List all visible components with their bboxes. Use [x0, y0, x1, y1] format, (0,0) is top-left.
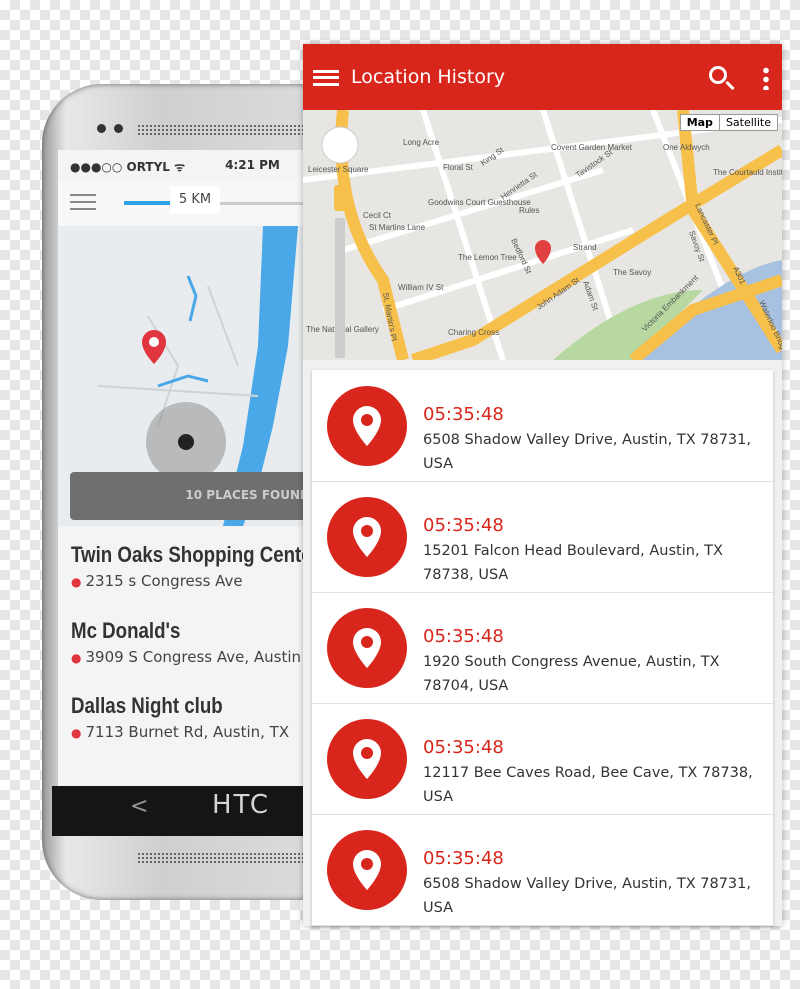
history-item[interactable]: 05:35:48 6508 Shadow Valley Drive, Austi… — [312, 370, 773, 482]
history-item[interactable]: 05:35:48 1920 South Congress Avenue, Aus… — [312, 592, 773, 704]
history-list: 05:35:48 6508 Shadow Valley Drive, Austi… — [312, 370, 773, 926]
location-pin-icon — [327, 497, 407, 577]
map-label: The Lemon Tree — [458, 253, 517, 262]
history-time: 05:35:48 — [423, 404, 504, 425]
place-name: Twin Oaks Shopping Center — [71, 542, 308, 567]
location-pin-icon — [327, 386, 407, 466]
map-type-toggle[interactable]: Map Satellite — [679, 114, 778, 131]
slider-fill — [124, 201, 176, 205]
pin-icon: ● — [71, 575, 82, 589]
map-label: William IV St — [398, 283, 444, 292]
radius-label: 5 KM — [170, 186, 220, 214]
map-label: Cecil Ct — [363, 211, 392, 220]
place-name: Mc Donald's — [71, 618, 181, 643]
location-history-screen: Location History Long Acre Floral St Cov… — [303, 44, 782, 926]
history-item[interactable]: 05:35:48 15201 Falcon Head Boulevard, Au… — [312, 481, 773, 593]
clock: 4:21 PM — [225, 158, 280, 172]
location-pin-icon — [327, 719, 407, 799]
history-address: 15201 Falcon Head Boulevard, Austin, TX … — [423, 543, 723, 583]
history-time: 05:35:48 — [423, 626, 504, 647]
map-label: The Savoy — [613, 268, 651, 277]
map-label: Covent Garden Market — [551, 143, 633, 152]
map-label: One Aldwych — [663, 143, 710, 152]
places-found-banner: 10 PLACES FOUND — [70, 472, 308, 520]
menu-icon[interactable] — [70, 194, 96, 210]
location-pin-icon — [327, 608, 407, 688]
history-time: 05:35:48 — [423, 515, 504, 536]
sensor — [97, 124, 106, 133]
more-vert-icon[interactable] — [763, 66, 769, 90]
map-label: St Martins Lane — [369, 223, 426, 232]
map-label: Leicester Square — [308, 165, 369, 174]
map-view[interactable]: Long Acre Floral St Covent Garden Market… — [303, 110, 782, 360]
history-address: 1920 South Congress Avenue, Austin, TX 7… — [423, 654, 720, 694]
history-time: 05:35:48 — [423, 848, 504, 869]
place-item[interactable]: Twin Oaks Shopping Center ● 2315 s Congres… — [58, 542, 308, 590]
satellite-button[interactable]: Satellite — [720, 115, 777, 130]
map-graphic: Long Acre Floral St Covent Garden Market… — [303, 110, 782, 360]
history-item[interactable]: 05:35:48 12117 Bee Caves Road, Bee Cave,… — [312, 703, 773, 815]
brand-logo: HTC — [212, 790, 271, 820]
back-button[interactable]: < — [130, 794, 148, 819]
history-address: 6508 Shadow Valley Drive, Austin, TX 787… — [423, 432, 751, 472]
map-button[interactable]: Map — [681, 115, 720, 130]
place-name: Dallas Night club — [71, 693, 223, 718]
place-item[interactable]: Dallas Night club ● 7113 Burnet Rd, Austin… — [58, 693, 308, 741]
history-time: 05:35:48 — [423, 737, 504, 758]
location-pin-icon — [327, 830, 407, 910]
carrier: ●●●○○ ORTYL ᯤ — [70, 160, 186, 174]
pin-icon: ● — [71, 726, 82, 740]
menu-icon[interactable] — [313, 70, 339, 86]
map-label: Charing Cross — [448, 328, 499, 337]
app-bar: Location History — [303, 44, 782, 110]
map-label: Long Acre — [403, 138, 440, 147]
map-label: Strand — [573, 243, 597, 252]
map-label: Rules — [519, 206, 539, 215]
status-bar: ●●●○○ ORTYL ᯤ 4:21 PM — [58, 150, 308, 180]
history-item[interactable]: 05:35:48 6508 Shadow Valley Drive, Austi… — [312, 814, 773, 926]
place-item[interactable]: Mc Donald's ● 3909 S Congress Ave, Austin — [58, 618, 308, 666]
map-label: Floral St — [443, 163, 474, 172]
page-title: Location History — [351, 66, 505, 88]
phone-screen: ●●●○○ ORTYL ᯤ 4:21 PM 5 KM 10 PLACES FOU… — [58, 150, 308, 786]
map-label: Goodwins Court Guesthouse — [428, 198, 531, 207]
search-icon[interactable] — [709, 66, 727, 84]
camera — [114, 124, 123, 133]
place-address: 3909 S Congress Ave, Austin — [85, 648, 302, 666]
map-label: The Courtauld Institute of Art — [713, 168, 782, 177]
pin-icon: ● — [71, 651, 82, 665]
history-address: 12117 Bee Caves Road, Bee Cave, TX 78738… — [423, 765, 753, 805]
place-address: 2315 s Congress Ave — [85, 572, 243, 590]
history-address: 6508 Shadow Valley Drive, Austin, TX 787… — [423, 876, 751, 916]
place-address: 7113 Burnet Rd, Austin, TX — [85, 723, 290, 741]
